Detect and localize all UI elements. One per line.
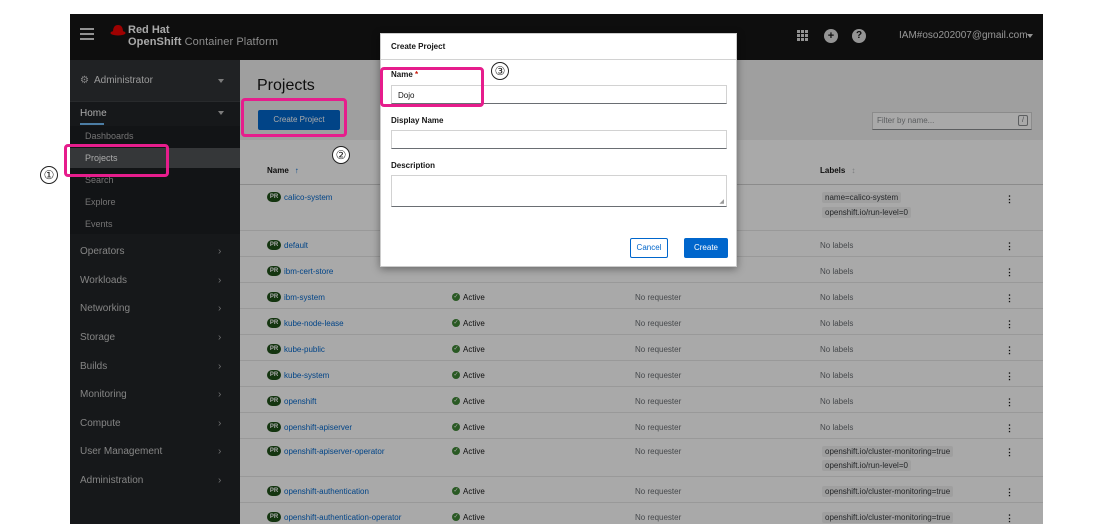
- modal-title: Create Project: [391, 42, 446, 51]
- modal-header-divider: [381, 59, 736, 60]
- highlight-name-field: [380, 67, 484, 107]
- highlight-create-project: [241, 98, 347, 137]
- step-marker-2: ②: [332, 146, 350, 164]
- create-button[interactable]: Create: [684, 238, 728, 258]
- screenshot-stage: Red Hat OpenShift Container Platform + ?…: [0, 0, 1109, 532]
- step-marker-3: ③: [491, 62, 509, 80]
- openshift-console: Red Hat OpenShift Container Platform + ?…: [70, 14, 1043, 524]
- display-name-input[interactable]: [391, 130, 727, 149]
- description-label: Description: [391, 161, 436, 170]
- highlight-projects-nav: [64, 144, 169, 177]
- display-name-label: Display Name: [391, 116, 444, 125]
- description-textarea[interactable]: ◢: [391, 175, 727, 207]
- step-marker-1: ①: [40, 166, 58, 184]
- cancel-button[interactable]: Cancel: [630, 238, 668, 258]
- resize-handle-icon[interactable]: ◢: [719, 198, 724, 205]
